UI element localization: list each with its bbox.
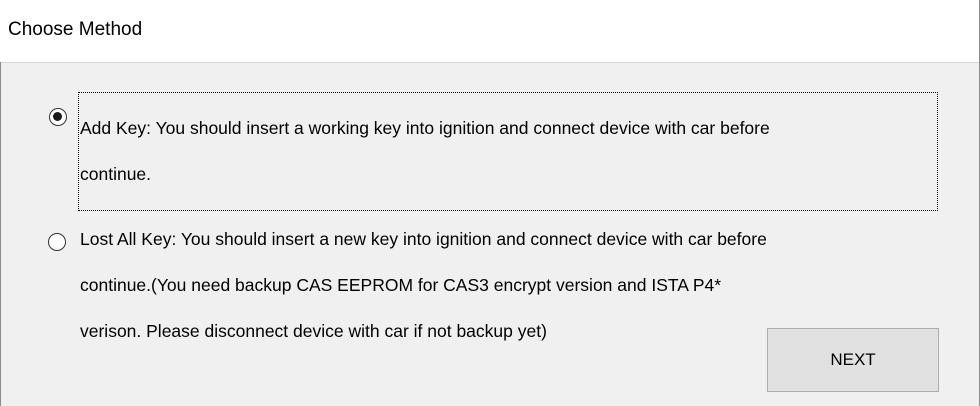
lost-all-key-label-line-1: Lost All Key: You should insert a new ke… bbox=[80, 229, 767, 249]
next-button[interactable]: NEXT bbox=[767, 328, 939, 392]
window-title: Choose Method bbox=[8, 19, 143, 40]
add-key-radio[interactable] bbox=[49, 108, 67, 126]
choose-method-dialog: Choose Method Add Key: You should insert… bbox=[0, 0, 980, 406]
lost-all-key-label-line-2: continue.(You need backup CAS EEPROM for… bbox=[80, 275, 722, 295]
window-border-left bbox=[0, 62, 1, 406]
add-key-label-line-2: continue. bbox=[80, 164, 152, 184]
add-key-label[interactable]: Add Key: You should insert a working key… bbox=[78, 92, 938, 211]
lost-all-key-radio[interactable] bbox=[48, 233, 66, 251]
title-bar: Choose Method bbox=[0, 0, 980, 63]
add-key-label-line-1: Add Key: You should insert a working key… bbox=[80, 118, 770, 138]
radio-selected-dot bbox=[53, 112, 62, 121]
